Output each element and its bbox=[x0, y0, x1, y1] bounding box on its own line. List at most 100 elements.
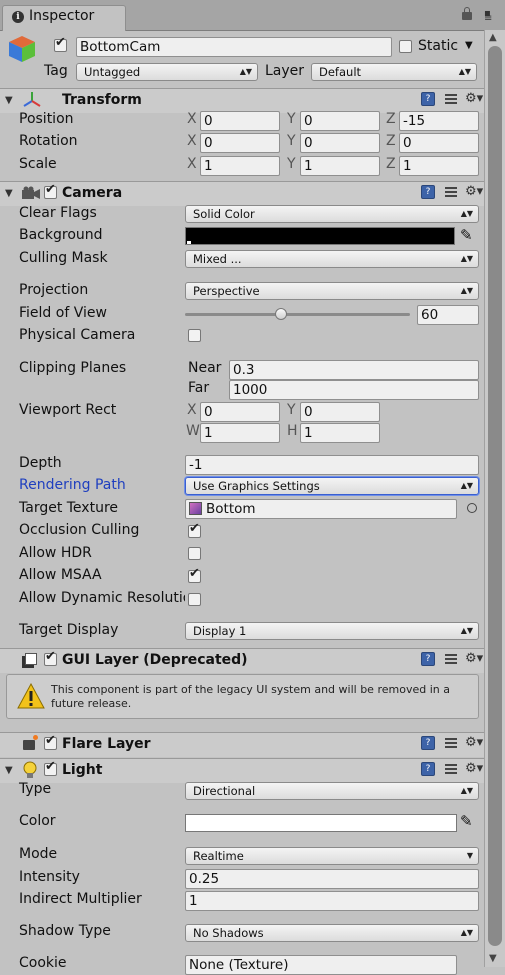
axis-x-label: X bbox=[187, 156, 197, 172]
scroll-down-icon[interactable]: ▼ bbox=[489, 953, 497, 964]
rotation-y-field[interactable]: 0 bbox=[300, 133, 380, 153]
object-name-field[interactable]: BottomCam bbox=[76, 37, 392, 57]
physical-camera-checkbox[interactable] bbox=[188, 329, 201, 342]
light-foldout-icon[interactable]: ▼ bbox=[5, 765, 13, 776]
shadow-type-dropdown[interactable]: No Shadows ▲▼ bbox=[185, 924, 479, 942]
scale-label: Scale bbox=[19, 156, 57, 172]
help-book-icon[interactable]: ? bbox=[421, 92, 435, 106]
transform-axes-icon bbox=[23, 92, 41, 107]
scale-y-field[interactable]: 1 bbox=[300, 156, 380, 176]
rotation-z-field[interactable]: 0 bbox=[399, 133, 479, 153]
light-type-dropdown[interactable]: Directional ▲▼ bbox=[185, 782, 479, 800]
viewport-w-field[interactable]: 1 bbox=[200, 423, 280, 443]
near-label: Near bbox=[188, 360, 222, 376]
background-color-swatch[interactable] bbox=[185, 227, 455, 245]
light-color-label: Color bbox=[19, 813, 56, 829]
occlusion-culling-checkbox[interactable]: ✔ bbox=[188, 521, 201, 538]
light-bulb-icon bbox=[23, 761, 37, 778]
preset-sliders-icon[interactable] bbox=[445, 653, 457, 665]
projection-value: Perspective bbox=[193, 284, 260, 298]
intensity-field[interactable]: 0.25 bbox=[185, 869, 479, 889]
far-field[interactable]: 1000 bbox=[229, 380, 479, 400]
scroll-up-icon[interactable]: ▲ bbox=[489, 32, 497, 43]
culling-mask-dropdown[interactable]: Mixed ... ▲▼ bbox=[185, 250, 479, 268]
background-label: Background bbox=[19, 227, 103, 243]
light-enabled-checkbox[interactable]: ✔ bbox=[44, 759, 57, 776]
projection-dropdown[interactable]: Perspective ▲▼ bbox=[185, 282, 479, 300]
fov-slider-thumb[interactable] bbox=[275, 308, 288, 320]
gui-layer-title: GUI Layer (Deprecated) bbox=[62, 652, 248, 668]
flare-layer-enabled-checkbox[interactable]: ✔ bbox=[44, 733, 57, 750]
gear-icon[interactable]: ⚙▾ bbox=[465, 91, 483, 106]
transform-foldout-icon[interactable]: ▼ bbox=[5, 95, 13, 106]
gear-icon[interactable]: ⚙▾ bbox=[465, 761, 483, 776]
help-book-icon[interactable]: ? bbox=[421, 762, 435, 776]
gui-layer-enabled-checkbox[interactable]: ✔ bbox=[44, 649, 57, 666]
clear-flags-dropdown[interactable]: Solid Color ▲▼ bbox=[185, 205, 479, 223]
preset-sliders-icon[interactable] bbox=[445, 186, 457, 198]
shadow-type-value: No Shadows bbox=[193, 926, 264, 940]
active-checkbox[interactable]: ✔ bbox=[54, 35, 67, 52]
light-mode-label: Mode bbox=[19, 846, 58, 862]
culling-mask-value: Mixed ... bbox=[193, 252, 242, 266]
axis-x-label: X bbox=[187, 133, 197, 149]
near-field[interactable]: 0.3 bbox=[229, 360, 479, 380]
static-checkbox[interactable] bbox=[399, 40, 412, 53]
position-z-field[interactable]: -15 bbox=[399, 111, 479, 131]
allow-dynamic-resolution-checkbox[interactable] bbox=[188, 593, 201, 606]
target-display-label: Target Display bbox=[19, 622, 119, 638]
rotation-x-field[interactable]: 0 bbox=[200, 133, 280, 153]
allow-dynamic-resolution-label: Allow Dynamic Resolutio bbox=[19, 590, 185, 606]
viewport-y-field[interactable]: 0 bbox=[300, 402, 380, 422]
help-book-icon[interactable]: ? bbox=[421, 185, 435, 199]
position-x-field[interactable]: 0 bbox=[200, 111, 280, 131]
light-type-value: Directional bbox=[193, 784, 256, 798]
axis-y-label: Y bbox=[287, 111, 296, 127]
position-label: Position bbox=[19, 111, 74, 127]
object-picker-icon[interactable] bbox=[467, 503, 477, 513]
lock-icon[interactable] bbox=[462, 7, 472, 20]
axis-z-label: Z bbox=[386, 156, 396, 172]
fov-slider-track[interactable] bbox=[185, 313, 410, 316]
gui-layer-icon bbox=[25, 653, 37, 665]
physical-camera-label: Physical Camera bbox=[19, 327, 136, 343]
viewport-x-field[interactable]: 0 bbox=[200, 402, 280, 422]
eyedropper-icon[interactable]: ✎ bbox=[460, 226, 473, 244]
target-texture-field[interactable]: Bottom bbox=[185, 499, 457, 519]
fov-field[interactable]: 60 bbox=[417, 305, 479, 325]
preset-sliders-icon[interactable] bbox=[445, 93, 457, 105]
allow-msaa-label: Allow MSAA bbox=[19, 567, 102, 583]
preset-sliders-icon[interactable] bbox=[445, 737, 457, 749]
projection-label: Projection bbox=[19, 282, 89, 298]
help-book-icon[interactable]: ? bbox=[421, 652, 435, 666]
gear-icon[interactable]: ⚙▾ bbox=[465, 651, 483, 666]
gear-icon[interactable]: ⚙▾ bbox=[465, 184, 483, 199]
rendering-path-dropdown[interactable]: Use Graphics Settings ▲▼ bbox=[185, 477, 479, 495]
target-display-dropdown[interactable]: Display 1 ▲▼ bbox=[185, 622, 479, 640]
indirect-multiplier-field[interactable]: 1 bbox=[185, 891, 479, 911]
gear-icon[interactable]: ⚙▾ bbox=[465, 735, 483, 750]
help-book-icon[interactable]: ? bbox=[421, 736, 435, 750]
depth-field[interactable]: -1 bbox=[185, 455, 479, 475]
camera-foldout-icon[interactable]: ▼ bbox=[5, 188, 13, 199]
allow-msaa-checkbox[interactable]: ✔ bbox=[188, 566, 201, 583]
static-dropdown-icon[interactable]: ▼ bbox=[465, 40, 473, 51]
eyedropper-icon[interactable]: ✎ bbox=[460, 812, 473, 830]
position-y-field[interactable]: 0 bbox=[300, 111, 380, 131]
light-title: Light bbox=[62, 762, 103, 778]
cookie-field[interactable]: None (Texture) bbox=[185, 955, 457, 975]
scrollbar-thumb[interactable] bbox=[488, 46, 502, 946]
info-icon: i bbox=[12, 11, 24, 23]
scale-x-field[interactable]: 1 bbox=[200, 156, 280, 176]
allow-hdr-checkbox[interactable] bbox=[188, 547, 201, 560]
light-mode-dropdown[interactable]: Realtime ▼ bbox=[185, 847, 479, 865]
light-color-swatch[interactable] bbox=[185, 814, 457, 832]
tag-dropdown[interactable]: Untagged ▲▼ bbox=[76, 63, 258, 81]
camera-enabled-checkbox[interactable]: ✔ bbox=[44, 182, 57, 199]
layer-dropdown[interactable]: Default ▲▼ bbox=[311, 63, 477, 81]
viewport-h-field[interactable]: 1 bbox=[300, 423, 380, 443]
preset-sliders-icon[interactable] bbox=[445, 763, 457, 775]
menu-icon[interactable]: ▪ ≡ bbox=[484, 9, 492, 24]
warning-icon bbox=[17, 683, 45, 709]
scale-z-field[interactable]: 1 bbox=[399, 156, 479, 176]
